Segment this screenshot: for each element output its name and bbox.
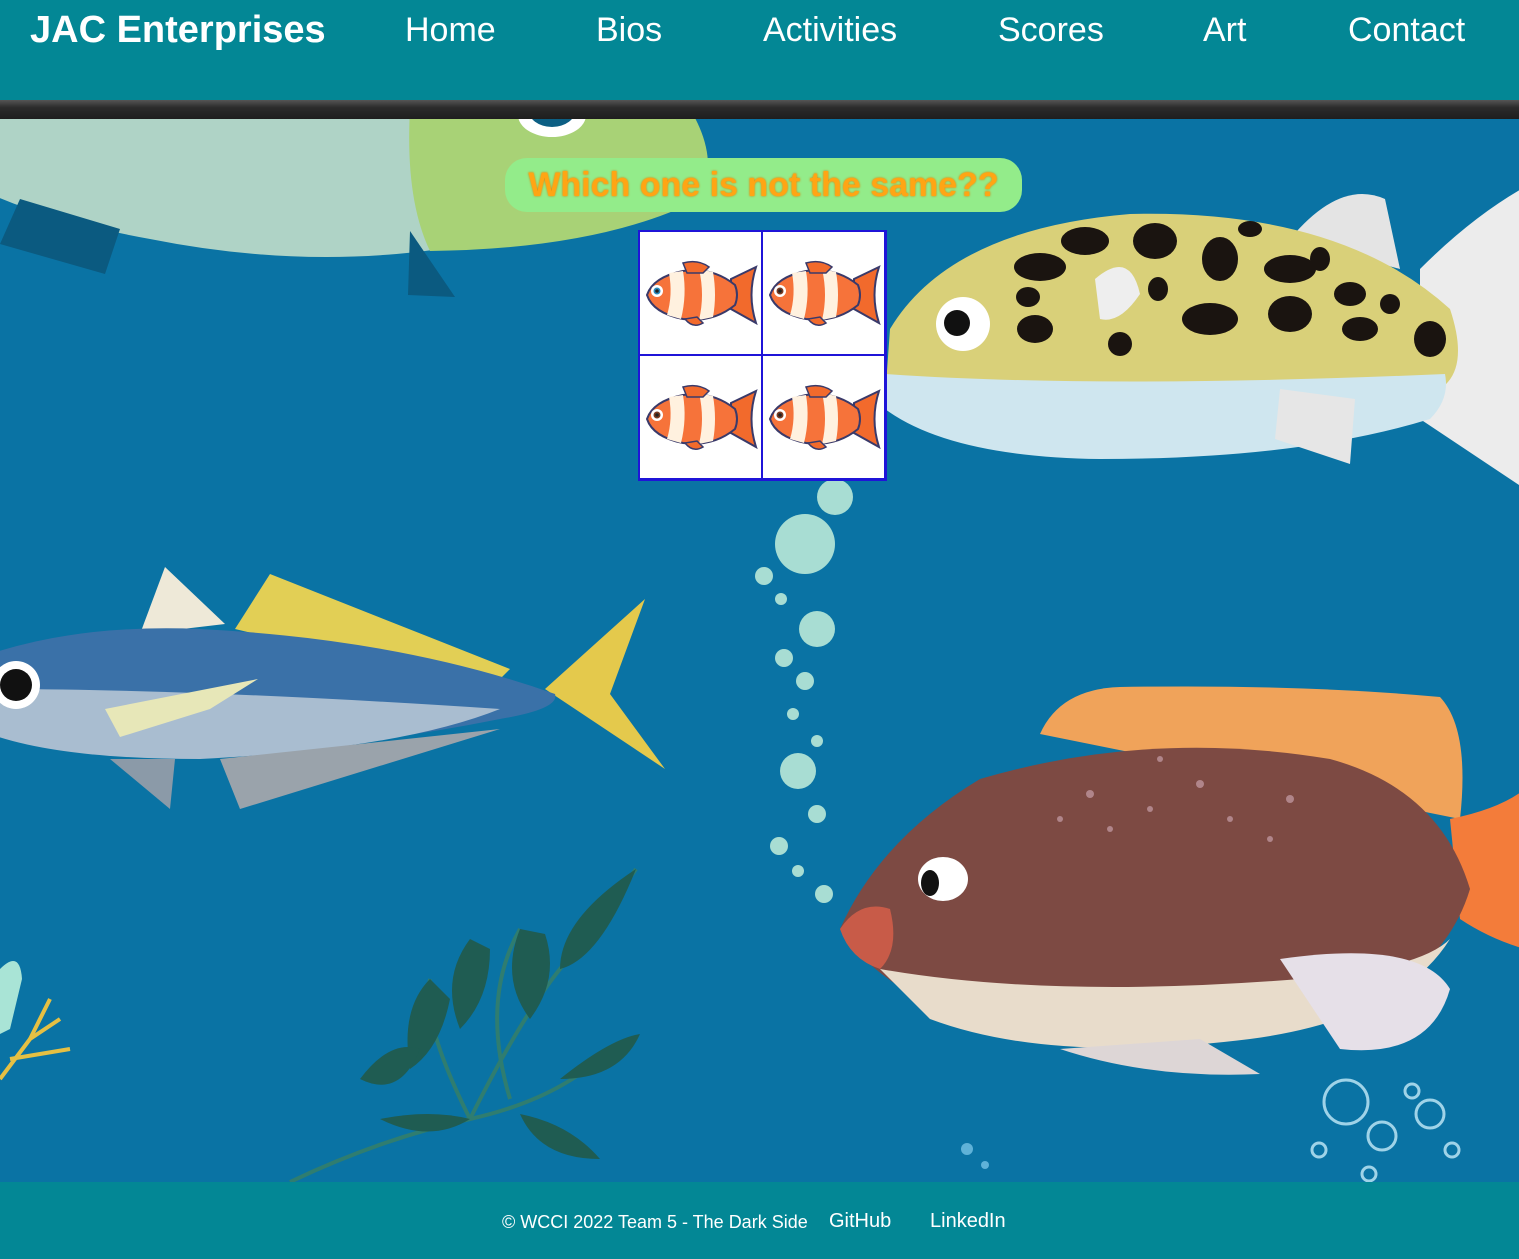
- pufferfish-illustration: [885, 190, 1519, 486]
- site-footer: © WCCI 2022 Team 5 - The Dark Side GitHu…: [0, 1182, 1519, 1259]
- nav-scores[interactable]: Scores: [998, 10, 1104, 50]
- puzzle-tile-4[interactable]: [763, 356, 884, 478]
- bubbles-illustration: [755, 479, 853, 903]
- clownfish-icon: [768, 260, 881, 326]
- linkedin-link[interactable]: LinkedIn: [930, 1209, 1006, 1233]
- nav-activities[interactable]: Activities: [763, 10, 897, 50]
- bubbles-outline: [1310, 1078, 1461, 1182]
- site-header: JAC Enterprises Home Bios Activities Sco…: [0, 0, 1519, 100]
- header-shadow: [0, 100, 1519, 119]
- puzzle-tile-2[interactable]: [763, 232, 884, 354]
- puzzle-tile-1[interactable]: [640, 232, 761, 354]
- nav-contact[interactable]: Contact: [1348, 10, 1465, 50]
- github-link[interactable]: GitHub: [829, 1209, 891, 1233]
- clownfish-icon: [645, 384, 758, 450]
- yellowtail-fish-illustration: [0, 567, 665, 809]
- seaweed-leaves: [360, 869, 640, 1159]
- brand-logo[interactable]: JAC Enterprises: [30, 8, 326, 52]
- nav-bios[interactable]: Bios: [596, 10, 662, 50]
- clownfish-icon: [645, 260, 758, 326]
- copyright-text: © WCCI 2022 Team 5 - The Dark Side: [502, 1212, 808, 1232]
- puzzle-question: Which one is not the same??: [505, 158, 1022, 212]
- puzzle-tile-3[interactable]: [640, 356, 761, 478]
- nav-art[interactable]: Art: [1203, 10, 1246, 50]
- brown-fish-illustration: [840, 686, 1519, 1075]
- clownfish-icon: [768, 384, 881, 450]
- nav-home[interactable]: Home: [405, 10, 496, 50]
- odd-one-out-grid: [638, 230, 887, 481]
